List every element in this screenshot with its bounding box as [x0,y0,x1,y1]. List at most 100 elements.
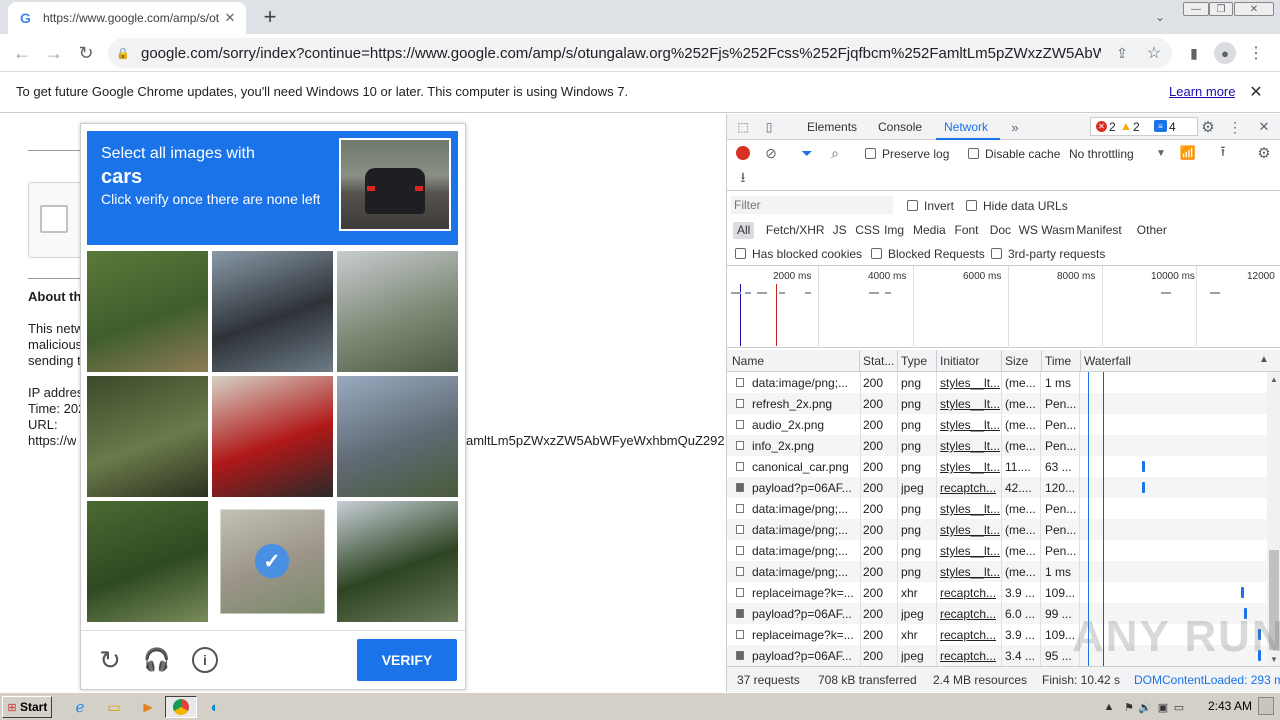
devtools-close-icon[interactable]: ✕ [1255,118,1273,136]
type-filter-manifest[interactable]: Manifest [1072,222,1125,239]
devtools-menu-icon[interactable]: ⋮ [1228,118,1242,136]
captcha-tile[interactable]: ✓ [220,509,325,614]
table-row[interactable]: data:image/png;... 200 png styles__lt... (me… [727,372,1267,393]
minimize-icon[interactable]: — [1183,2,1209,16]
table-row[interactable]: canonical_car.png 200 png styles__lt... 11..… [727,456,1267,477]
search-icon[interactable]: ⌕ [827,145,843,161]
cell-initiator[interactable]: styles__lt... [940,397,1000,411]
cell-initiator[interactable]: recaptch... [940,628,1000,642]
column-header-name[interactable]: Name [732,354,764,368]
type-filter-font[interactable]: Font [951,222,983,239]
cell-initiator[interactable]: styles__lt... [940,376,1000,390]
cell-initiator[interactable]: recaptch... [940,649,1000,663]
cell-initiator[interactable]: styles__lt... [940,544,1000,558]
devtools-settings-icon[interactable]: ⚙ [1199,118,1217,136]
side-panel-icon[interactable]: ▮ [1184,43,1204,63]
type-filter-js[interactable]: JS [829,222,851,239]
captcha-tile[interactable] [87,251,208,372]
reload-icon[interactable]: ↻ [74,42,98,64]
sort-ascending-icon[interactable]: ▲ [1259,354,1269,365]
column-header-status[interactable]: Stat... [863,354,894,368]
profile-avatar-icon[interactable]: ● [1214,42,1236,64]
clear-icon[interactable]: ⊘ [763,145,779,161]
restore-icon[interactable]: ❐ [1209,2,1233,16]
chrome-taskbar-button[interactable] [165,696,197,718]
throttling-select[interactable]: No throttling [1069,147,1134,161]
table-row[interactable]: payload?p=06AF... 200 jpeg recaptch... 42...… [727,477,1267,498]
show-desktop-icon[interactable] [1258,697,1274,715]
type-filter-fetchxhr[interactable]: Fetch/XHR [762,222,829,239]
table-row[interactable]: data:image/png;... 200 png styles__lt... (me… [727,561,1267,582]
cell-initiator[interactable]: recaptch... [940,586,1000,600]
column-header-initiator[interactable]: Initiator [940,354,979,368]
tab-elements[interactable]: Elements [807,120,857,134]
filter-input[interactable] [731,196,893,214]
tray-battery-icon[interactable]: ▭ [1172,698,1186,716]
type-filter-all[interactable]: All [733,222,755,239]
column-header-type[interactable]: Type [901,354,927,368]
network-conditions-icon[interactable]: 📶 [1179,145,1197,161]
verify-button[interactable]: VERIFY [357,639,457,681]
new-tab-button[interactable]: + [258,4,282,29]
explorer-folder-icon[interactable]: ▭ [104,697,124,717]
tab-network[interactable]: Network [944,120,988,134]
cell-initiator[interactable]: styles__lt... [940,502,1000,516]
recaptcha-checkbox[interactable] [40,205,68,233]
share-icon[interactable]: ⇪ [1112,43,1132,63]
url-text[interactable]: google.com/sorry/index?continue=https://… [141,45,1101,62]
import-har-icon[interactable]: ⭱ [1215,143,1231,161]
cell-initiator[interactable]: styles__lt... [940,565,1000,579]
inspect-element-icon[interactable]: ⬚ [735,119,751,135]
forward-icon[interactable]: → [42,42,66,64]
invert-checkbox[interactable] [907,200,918,211]
cell-initiator[interactable]: styles__lt... [940,460,1000,474]
cell-initiator[interactable]: styles__lt... [940,439,1000,453]
tray-display-icon[interactable]: ▣ [1156,698,1170,716]
start-button[interactable]: ⊞ Start [2,696,52,718]
browser-tab[interactable]: G https://www.google.com/amp/s/otu ✕ [8,2,246,34]
captcha-tile[interactable] [337,251,458,372]
type-filter-img[interactable]: Img [880,222,908,239]
hide-data-urls-checkbox[interactable] [966,200,977,211]
ie-icon[interactable]: ℯ [70,697,90,717]
audio-challenge-icon[interactable]: 🎧 [143,646,171,674]
learn-more-link[interactable]: Learn more [1169,84,1235,99]
tray-volume-icon[interactable]: 🔊 [1138,698,1152,716]
tab-search-icon[interactable]: ⌄ [1150,8,1170,26]
reload-challenge-icon[interactable]: ↻ [96,645,124,675]
tray-network-icon[interactable]: ⚑ [1122,698,1136,716]
bookmark-star-icon[interactable]: ☆ [1144,43,1164,63]
cell-initiator[interactable]: recaptch... [940,607,1000,621]
export-har-icon[interactable]: ⭳ [735,169,751,187]
disable-cache-checkbox[interactable] [968,148,979,159]
cell-initiator[interactable]: styles__lt... [940,523,1000,537]
column-header-time[interactable]: Time [1045,354,1071,368]
captcha-tile[interactable] [87,376,208,497]
type-filter-media[interactable]: Media [909,222,950,239]
has-blocked-cookies-checkbox[interactable] [735,248,746,259]
type-filter-other[interactable]: Other [1133,222,1171,239]
table-row[interactable]: audio_2x.png 200 png styles__lt... (me... Pen… [727,414,1267,435]
table-row[interactable]: refresh_2x.png 200 png styles__lt... (me... P… [727,393,1267,414]
captcha-tile[interactable] [337,376,458,497]
device-toolbar-icon[interactable]: ▯ [761,119,777,135]
table-row[interactable]: replaceimage?k=... 200 xhr recaptch... 3.9 .… [727,582,1267,603]
captcha-tile[interactable] [87,501,208,622]
type-filter-doc[interactable]: Doc [986,222,1015,239]
infobar-close-icon[interactable]: ✕ [1246,82,1266,102]
throttling-dropdown-icon[interactable]: ▼ [1155,146,1167,160]
captcha-tile[interactable] [337,501,458,622]
captcha-tile[interactable] [212,251,333,372]
captcha-tile[interactable] [212,376,333,497]
type-filter-css[interactable]: CSS [851,222,884,239]
preserve-log-checkbox[interactable] [865,148,876,159]
cell-initiator[interactable]: recaptch... [940,481,1000,495]
cell-initiator[interactable]: styles__lt... [940,418,1000,432]
media-player-icon[interactable]: ▶ [138,697,158,717]
column-header-waterfall[interactable]: Waterfall [1084,354,1131,368]
column-header-size[interactable]: Size [1005,354,1028,368]
scroll-up-icon[interactable]: ▲ [1269,374,1279,384]
more-tabs-icon[interactable]: » [1008,119,1022,135]
table-row[interactable]: data:image/png;... 200 png styles__lt... (me… [727,498,1267,519]
third-party-checkbox[interactable] [991,248,1002,259]
